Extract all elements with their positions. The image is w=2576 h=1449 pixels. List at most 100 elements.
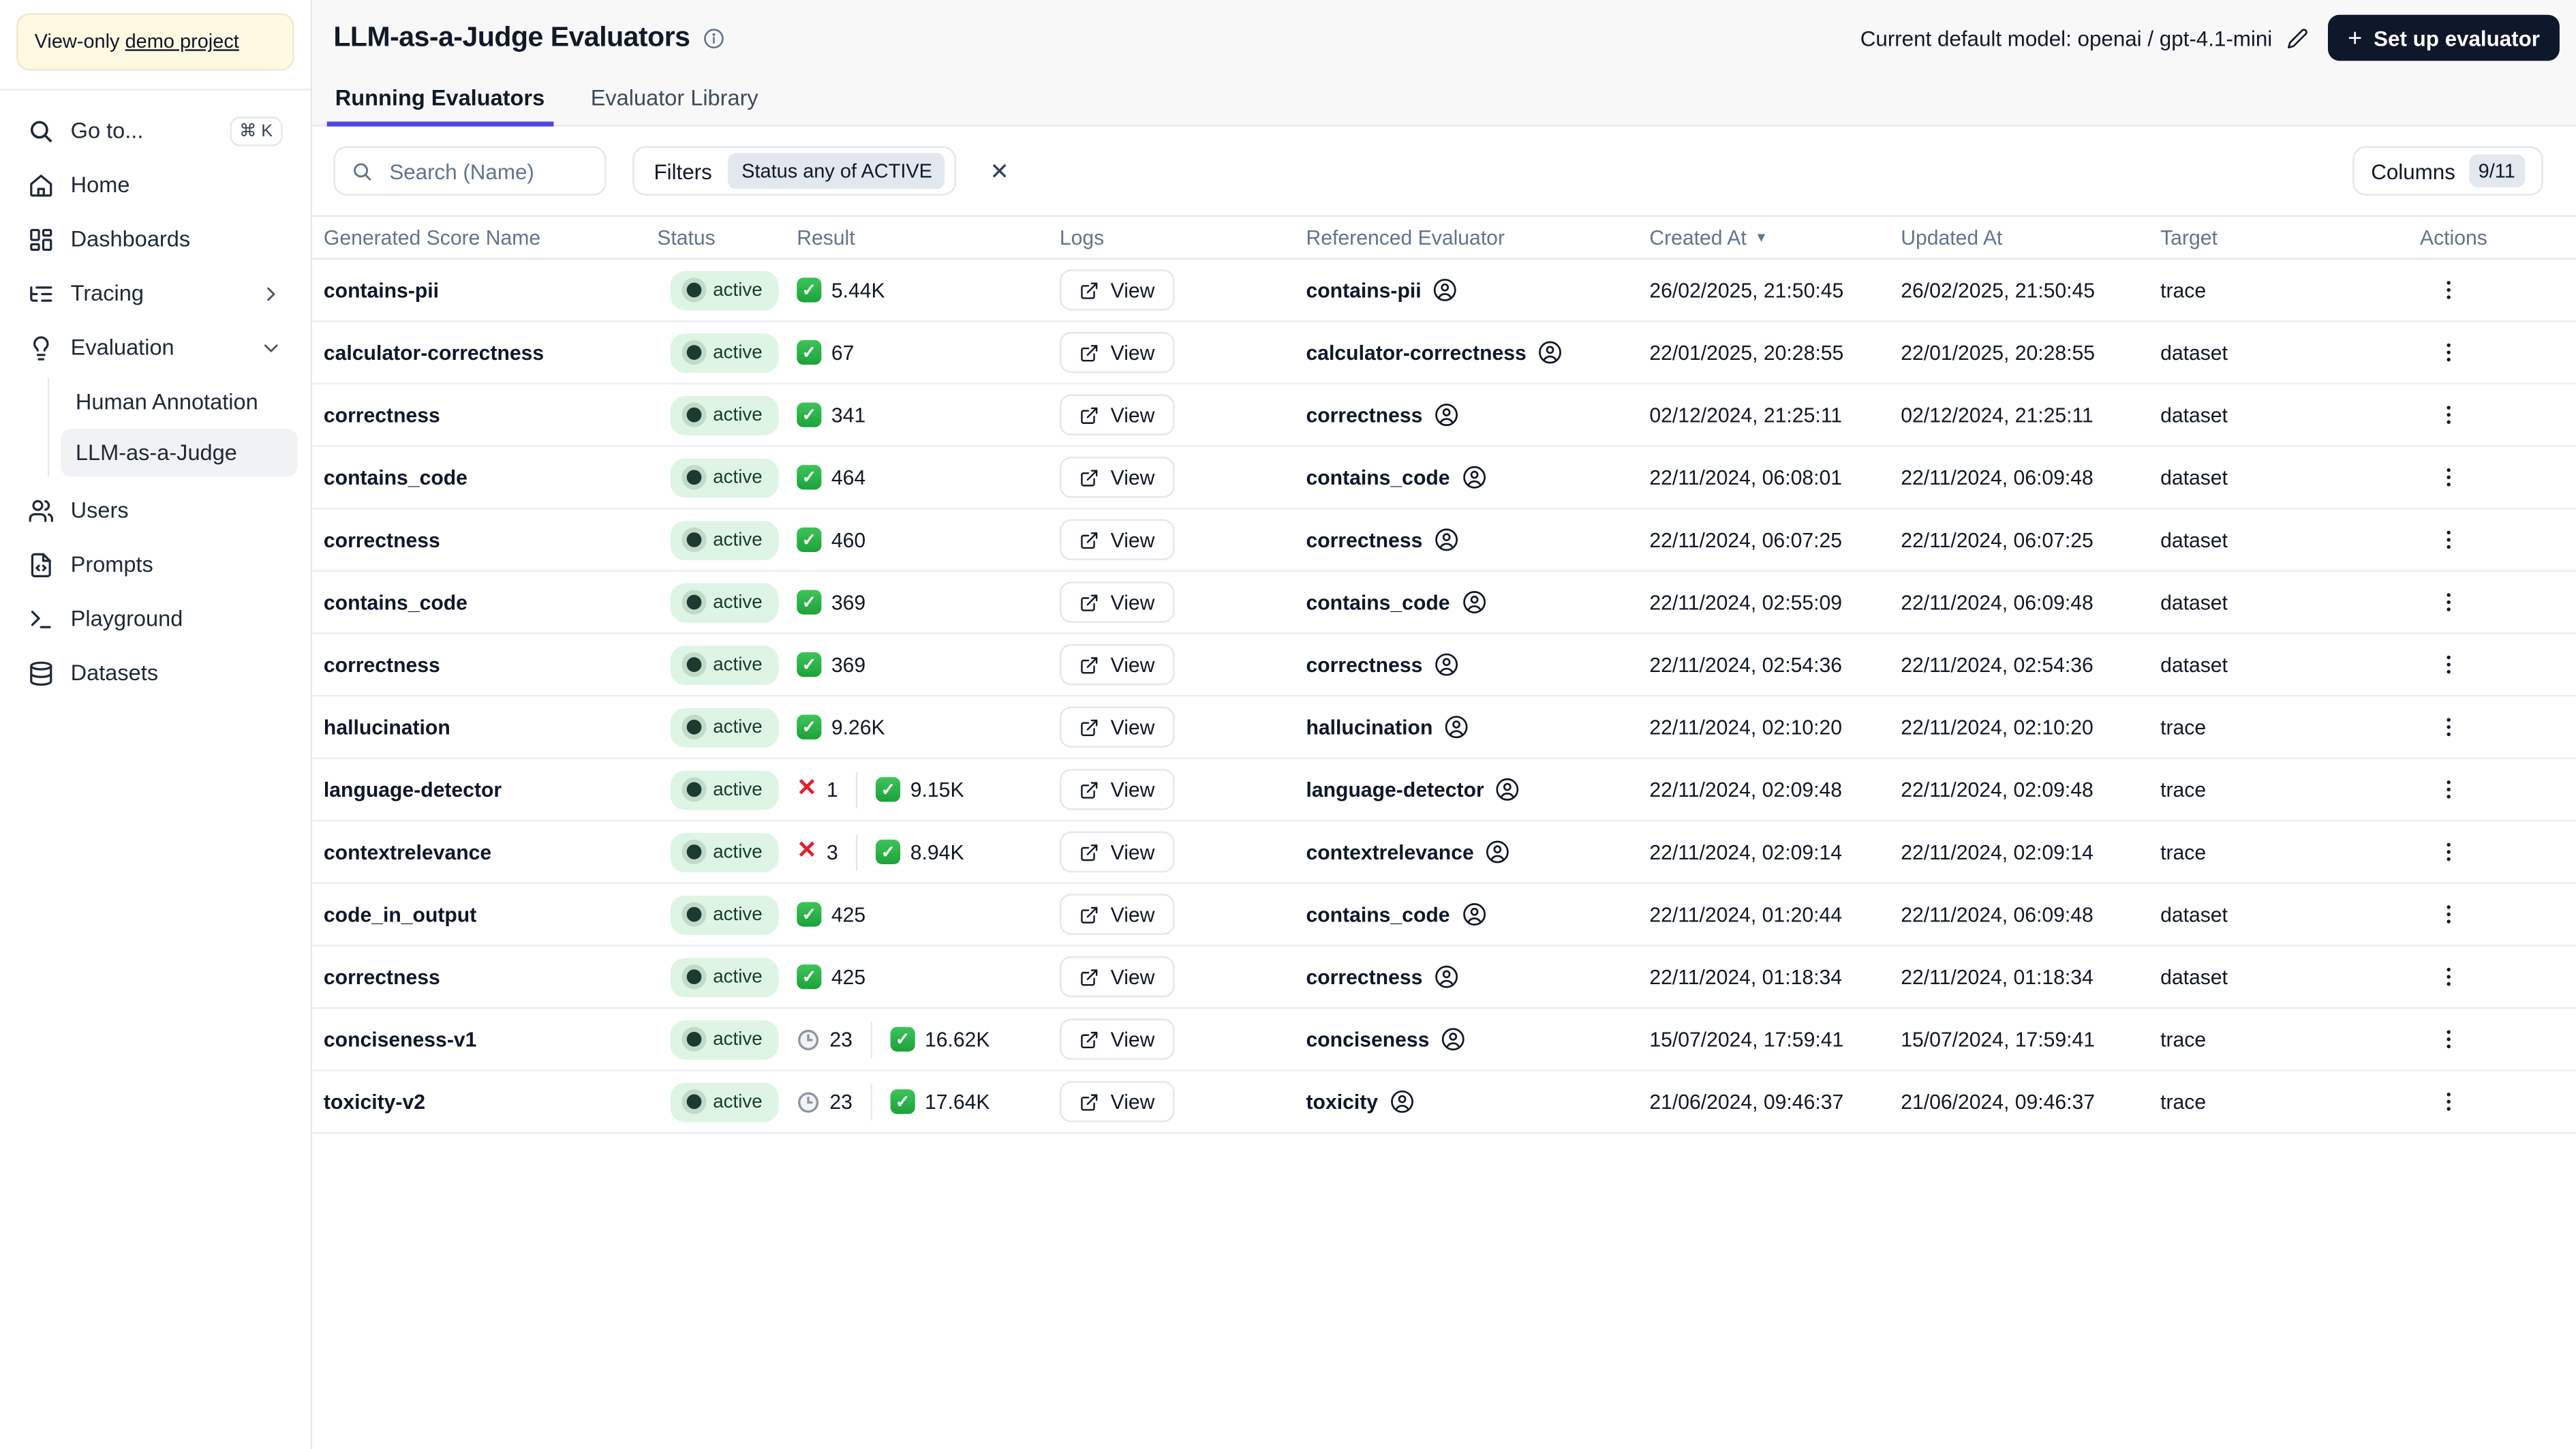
row-actions-menu-button[interactable] — [2427, 960, 2471, 992]
row-actions-menu-button[interactable] — [2427, 273, 2471, 305]
table-row[interactable]: toxicity-v2 active 23 ✓ 17.64K View toxicity 21… — [312, 1071, 2576, 1134]
sidebar-item-tracing[interactable]: Tracing — [13, 266, 297, 321]
filters-button[interactable]: Filters Status any of ACTIVE — [632, 146, 957, 196]
col-header-result[interactable]: Result — [797, 226, 1060, 249]
col-header-target[interactable]: Target — [2160, 226, 2420, 249]
pass-check-icon: ✓ — [890, 1089, 915, 1114]
table-row[interactable]: correctness active ✓ 341 View correctness 02/1… — [312, 384, 2576, 447]
row-actions-menu-button[interactable] — [2427, 336, 2471, 367]
sidebar-item-dashboards[interactable]: Dashboards — [13, 212, 297, 266]
view-label: View — [1110, 653, 1155, 677]
table-row[interactable]: contains_code active ✓ 464 View contains_code… — [312, 446, 2576, 510]
table-row[interactable]: correctness active ✓ 460 View correctness 22/1… — [312, 509, 2576, 572]
view-logs-button[interactable]: View — [1059, 956, 1175, 998]
referenced-evaluator-cell[interactable]: contains_code — [1306, 465, 1650, 489]
view-logs-button[interactable]: View — [1059, 769, 1175, 810]
row-actions-menu-button[interactable] — [2427, 711, 2471, 742]
set-up-evaluator-button[interactable]: + Set up evaluator — [2328, 14, 2560, 61]
user-circle-icon — [1444, 715, 1469, 739]
tab-running-evaluators[interactable]: Running Evaluators — [326, 74, 553, 127]
sidebar-item-users[interactable]: Users — [13, 483, 297, 538]
filter-chip-status-active[interactable]: Status any of ACTIVE — [728, 153, 946, 189]
view-logs-button[interactable]: View — [1059, 269, 1175, 311]
columns-button[interactable]: Columns 9/11 — [2352, 146, 2543, 196]
view-logs-button[interactable]: View — [1059, 1081, 1175, 1123]
table-row[interactable]: calculator-correctness active ✓ 67 View calcu… — [312, 322, 2576, 385]
pass-check-icon: ✓ — [890, 1026, 915, 1052]
view-logs-button[interactable]: View — [1059, 519, 1175, 561]
referenced-evaluator-cell[interactable]: contains-pii — [1306, 277, 1650, 302]
referenced-evaluator-cell[interactable]: conciseness — [1306, 1027, 1650, 1052]
sidebar-item-go-to[interactable]: Go to... ⌘ K — [13, 104, 297, 158]
referenced-evaluator-cell[interactable]: correctness — [1306, 528, 1650, 552]
pass-check-icon: ✓ — [797, 402, 822, 427]
col-header-generated-score-name[interactable]: Generated Score Name — [324, 226, 657, 249]
demo-project-link[interactable]: demo project — [125, 29, 239, 52]
row-actions-menu-button[interactable] — [2427, 1023, 2471, 1054]
referenced-evaluator-cell[interactable]: correctness — [1306, 964, 1650, 989]
row-actions-menu-button[interactable] — [2427, 836, 2471, 867]
view-logs-button[interactable]: View — [1059, 706, 1175, 748]
table-row[interactable]: contains-pii active ✓ 5.44K View contains-pii… — [312, 259, 2576, 322]
tab-evaluator-library[interactable]: Evaluator Library — [589, 74, 760, 125]
referenced-evaluator-cell[interactable]: contains_code — [1306, 902, 1650, 926]
table-row[interactable]: contextrelevance active ✕ 3 ✓ 8.94K View contex… — [312, 821, 2576, 884]
row-actions-menu-button[interactable] — [2427, 585, 2471, 617]
row-actions-menu-button[interactable] — [2427, 461, 2471, 492]
sidebar-item-evaluation[interactable]: Evaluation — [13, 320, 297, 375]
col-header-created-at[interactable]: Created At ▼ — [1649, 226, 1901, 249]
created-at-cell: 22/11/2024, 02:09:14 — [1649, 840, 1843, 864]
sidebar-item-human-annotation[interactable]: Human Annotation — [61, 378, 297, 425]
table-row[interactable]: contains_code active ✓ 369 View contains_code… — [312, 571, 2576, 635]
col-header-updated-at[interactable]: Updated At — [1901, 226, 2160, 249]
result-cell: ✓ 341 — [797, 402, 1060, 427]
sidebar-item-home[interactable]: Home — [13, 157, 297, 212]
view-logs-button[interactable]: View — [1059, 457, 1175, 498]
sidebar-item-llm-as-a-judge[interactable]: LLM-as-a-Judge — [61, 429, 298, 477]
sidebar-item-prompts[interactable]: Prompts — [13, 537, 297, 592]
referenced-evaluator-cell[interactable]: contextrelevance — [1306, 840, 1650, 864]
view-logs-button[interactable]: View — [1059, 643, 1175, 686]
referenced-evaluator-cell[interactable]: contains_code — [1306, 590, 1650, 614]
table-row[interactable]: hallucination active ✓ 9.26K View hallucinati… — [312, 697, 2576, 759]
table-row[interactable]: correctness active ✓ 369 View correctness 22/1… — [312, 634, 2576, 697]
col-header-referenced-evaluator[interactable]: Referenced Evaluator — [1306, 226, 1650, 249]
referenced-evaluator-cell[interactable]: language-detector — [1306, 777, 1650, 802]
search-input[interactable] — [386, 157, 575, 185]
table-row[interactable]: correctness active ✓ 425 View correctness 22/1… — [312, 946, 2576, 1009]
view-logs-button[interactable]: View — [1059, 1018, 1175, 1060]
clear-filters-button[interactable]: ✕ — [983, 153, 1016, 188]
created-at-cell: 02/12/2024, 21:25:11 — [1649, 403, 1843, 427]
col-header-logs[interactable]: Logs — [1060, 226, 1306, 249]
table-row[interactable]: conciseness-v1 active 23 ✓ 16.62K View concise… — [312, 1009, 2576, 1071]
row-actions-menu-button[interactable] — [2427, 898, 2471, 929]
status-label: active — [713, 1029, 763, 1050]
row-actions-menu-button[interactable] — [2427, 399, 2471, 430]
view-logs-button[interactable]: View — [1059, 331, 1175, 373]
view-logs-button[interactable]: View — [1059, 894, 1175, 935]
sidebar-item-playground[interactable]: Playground — [13, 592, 297, 646]
sidebar-item-datasets[interactable]: Datasets — [13, 645, 297, 700]
row-actions-menu-button[interactable] — [2427, 1085, 2471, 1116]
referenced-evaluator-cell[interactable]: hallucination — [1306, 715, 1650, 739]
referenced-evaluator-cell[interactable]: correctness — [1306, 403, 1650, 427]
table-row[interactable]: language-detector active ✕ 1 ✓ 9.15K View langu… — [312, 759, 2576, 822]
col-header-actions: Actions — [2419, 226, 2487, 249]
row-actions-menu-button[interactable] — [2427, 773, 2471, 804]
view-logs-button[interactable]: View — [1059, 831, 1175, 873]
dots-vertical-icon — [2436, 401, 2461, 426]
edit-model-icon[interactable] — [2287, 27, 2308, 48]
table-row[interactable]: code_in_output active ✓ 425 View contains_cod… — [312, 883, 2576, 947]
referenced-evaluator-cell[interactable]: toxicity — [1306, 1089, 1650, 1114]
row-actions-menu-button[interactable] — [2427, 523, 2471, 555]
view-logs-button[interactable]: View — [1059, 394, 1175, 436]
result-count: 369 — [831, 590, 866, 614]
row-actions-menu-button[interactable] — [2427, 648, 2471, 680]
generated-score-name: hallucination — [323, 715, 450, 739]
col-header-status[interactable]: Status — [657, 226, 797, 249]
referenced-evaluator-cell[interactable]: calculator-correctness — [1306, 340, 1650, 365]
user-circle-icon — [1390, 1089, 1414, 1114]
view-logs-button[interactable]: View — [1059, 581, 1175, 623]
referenced-evaluator-cell[interactable]: correctness — [1306, 652, 1650, 677]
info-icon[interactable] — [703, 27, 724, 48]
